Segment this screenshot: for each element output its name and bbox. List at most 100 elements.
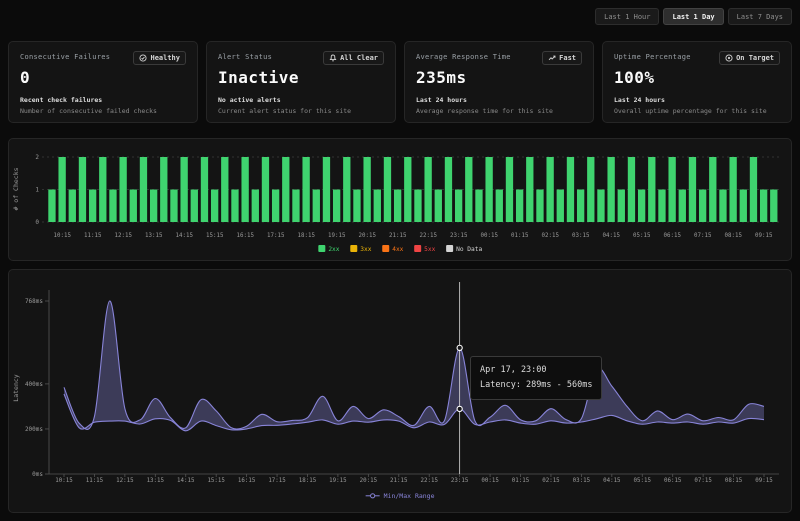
time-range-button-last-1-day[interactable]: Last 1 Day: [663, 8, 723, 25]
bar-chart-x-labels: 10:1511:1512:1513:1514:1515:1516:1517:15…: [54, 233, 773, 239]
svg-text:06:15: 06:15: [664, 478, 682, 484]
status-bar: [475, 190, 482, 223]
status-bar: [79, 157, 86, 222]
status-bar: [536, 190, 543, 223]
svg-text:20:15: 20:15: [360, 478, 378, 484]
status-bar: [760, 190, 767, 223]
time-range-button-last-7-days[interactable]: Last 7 Days: [728, 8, 792, 25]
svg-text:1: 1: [35, 187, 39, 194]
status-bar: [292, 190, 299, 223]
svg-text:22:15: 22:15: [420, 233, 438, 239]
status-badge-all-clear: All Clear: [323, 51, 384, 65]
status-bar: [282, 157, 289, 222]
status-bar: [241, 157, 248, 222]
legend-swatch: [382, 245, 389, 252]
svg-text:02:15: 02:15: [542, 478, 560, 484]
legend-swatch: [446, 245, 453, 252]
stats-row: Consecutive Failures Healthy 0 Recent ch…: [8, 41, 792, 123]
status-bar: [618, 190, 625, 223]
status-bar: [384, 157, 391, 222]
svg-text:00:15: 00:15: [481, 478, 499, 484]
svg-text:10:15: 10:15: [55, 478, 73, 484]
card-description: Overall uptime percentage for this site: [614, 107, 780, 115]
time-range-button-last-1-hour[interactable]: Last 1 Hour: [595, 8, 659, 25]
svg-text:400ms: 400ms: [25, 381, 43, 388]
svg-text:18:15: 18:15: [299, 478, 317, 484]
status-bar: [89, 190, 96, 223]
status-bar: [526, 157, 533, 222]
status-codes-bar-chart[interactable]: 012# of Checks10:1511:1512:1513:1514:151…: [9, 139, 791, 260]
tooltip-series-label: Latency:: [480, 378, 521, 393]
tooltip-range-value: 289ms - 560ms: [526, 378, 593, 393]
status-bar: [150, 190, 157, 223]
status-bar: [597, 190, 604, 223]
status-bar: [58, 157, 65, 222]
status-bar: [302, 157, 309, 222]
status-bar: [740, 190, 747, 223]
svg-text:05:15: 05:15: [633, 233, 651, 239]
status-bar: [221, 157, 228, 222]
card-description: Number of consecutive failed checks: [20, 107, 186, 115]
latency-chart-panel: 0ms200ms400ms768ms10:1511:1512:1513:1514…: [8, 269, 792, 513]
status-bar: [679, 190, 686, 223]
status-bar: [496, 190, 503, 223]
svg-text:04:15: 04:15: [603, 233, 621, 239]
svg-text:2: 2: [35, 154, 39, 161]
status-bar: [394, 190, 401, 223]
status-bar: [668, 157, 675, 222]
svg-text:03:15: 03:15: [572, 233, 590, 239]
card-description: Average response time for this site: [416, 107, 582, 115]
card-alert-status: Alert Status All Clear Inactive No activ…: [206, 41, 396, 123]
latency-axes: 0ms200ms400ms768ms10:1511:1512:1513:1514…: [25, 290, 779, 484]
status-bar: [211, 190, 218, 223]
status-bar: [445, 157, 452, 222]
svg-text:768ms: 768ms: [25, 298, 43, 305]
svg-text:07:15: 07:15: [694, 233, 712, 239]
svg-text:3xx: 3xx: [360, 246, 371, 253]
status-bar: [587, 157, 594, 222]
svg-text:17:15: 17:15: [268, 478, 286, 484]
status-bar: [424, 157, 431, 222]
svg-text:06:15: 06:15: [664, 233, 682, 239]
svg-text:10:15: 10:15: [54, 233, 72, 239]
svg-text:01:15: 01:15: [512, 478, 530, 484]
status-bar: [119, 157, 126, 222]
svg-text:12:15: 12:15: [115, 233, 133, 239]
status-bar: [546, 157, 553, 222]
status-bar: [404, 157, 411, 222]
card-value: 235ms: [416, 68, 582, 87]
status-bar: [313, 190, 320, 223]
svg-text:2xx: 2xx: [328, 246, 339, 253]
latency-legend: Min/Max Range: [366, 492, 435, 500]
status-bar: [140, 157, 147, 222]
status-bar: [201, 157, 208, 222]
card-subtitle: No active alerts: [218, 96, 384, 104]
status-codes-chart-panel: 012# of Checks10:1511:1512:1513:1514:151…: [8, 138, 792, 261]
legend-swatch: [350, 245, 357, 252]
status-bar: [455, 190, 462, 223]
svg-text:11:15: 11:15: [84, 233, 102, 239]
card-value: Inactive: [218, 68, 384, 87]
card-title: Alert Status: [218, 51, 272, 61]
svg-text:200ms: 200ms: [25, 426, 43, 433]
status-bar: [333, 190, 340, 223]
status-bar: [191, 190, 198, 223]
hover-point: [457, 406, 462, 411]
chart-tooltip: Apr 17, 23:00 Latency: 289ms - 560ms: [470, 356, 602, 400]
card-value: 0: [20, 68, 186, 87]
status-bar: [170, 190, 177, 223]
latency-line-chart[interactable]: 0ms200ms400ms768ms10:1511:1512:1513:1514…: [9, 270, 791, 512]
svg-text:15:15: 15:15: [207, 478, 225, 484]
svg-text:11:15: 11:15: [86, 478, 104, 484]
latency-y-axis-label: Latency: [12, 374, 20, 401]
status-bar: [648, 157, 655, 222]
svg-text:09:15: 09:15: [755, 233, 773, 239]
card-uptime-percentage: Uptime Percentage On Target 100% Last 24…: [602, 41, 792, 123]
svg-text:19:15: 19:15: [328, 233, 346, 239]
status-bar: [363, 157, 370, 222]
status-bar: [69, 190, 76, 223]
svg-text:14:15: 14:15: [177, 478, 195, 484]
status-bar: [262, 157, 269, 222]
status-bar: [770, 190, 777, 223]
svg-text:21:15: 21:15: [389, 233, 407, 239]
